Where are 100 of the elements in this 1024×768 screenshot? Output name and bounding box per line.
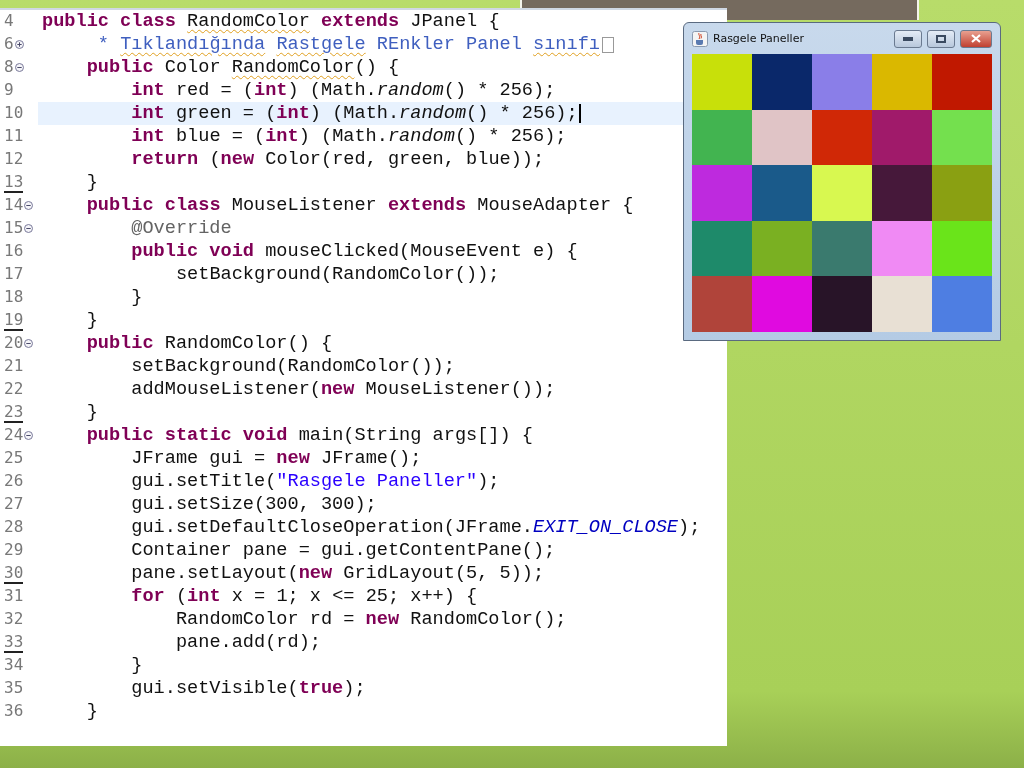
line-number: 25 [4,448,24,469]
expand-icon[interactable] [14,40,24,49]
color-panel[interactable] [812,276,872,332]
color-panel[interactable] [872,54,932,110]
code-text: ); [343,677,366,700]
code-text: Container pane = gui.getContentPane(); [131,539,556,562]
keyword: true [298,677,344,700]
color-panel[interactable] [872,276,932,332]
color-panel[interactable] [752,276,812,332]
line-number: 9 [4,80,14,101]
color-panel[interactable] [752,109,812,166]
code-text: blue = ( [175,125,266,148]
code-text: gui.setDefaultCloseOperation(JFrame. [131,516,533,539]
code-text: ); [678,516,701,539]
color-panel[interactable] [872,165,932,221]
close-icon [971,34,981,43]
code-text: } [86,171,98,194]
code-text: } [131,286,143,309]
color-panel[interactable] [812,54,872,110]
line-number: 18 [4,287,24,308]
code-text: JFrame(); [321,447,422,470]
color-panel[interactable] [932,54,992,110]
keyword: new [320,378,355,401]
code-text: JPanel { [410,10,500,33]
maximize-button[interactable] [927,29,955,48]
color-panel[interactable] [692,165,752,221]
code-text: ( [175,585,188,608]
folded-code-icon[interactable] [602,36,614,53]
code-text: gui.setTitle( [131,470,277,493]
comment-text: REnkler Panel [376,33,522,56]
code-text: ) (Math. [298,125,388,148]
line-number: 36 [4,701,24,722]
color-panel[interactable] [692,276,752,332]
code-text: () * 256); [466,102,578,125]
code-text: MouseListener [231,194,377,217]
line-number: 32 [4,609,24,630]
collapse-icon[interactable] [24,431,34,440]
comment-text: Rastgele [276,33,366,56]
color-panel[interactable] [752,220,812,277]
text-cursor [578,104,581,123]
color-panel[interactable] [932,165,992,221]
keyword: for [131,585,165,608]
keyword: int [131,125,165,148]
color-panel[interactable] [752,54,812,110]
code-text: } [86,309,98,332]
keyword: new [365,608,400,631]
color-panel[interactable] [932,220,992,277]
code-text: setBackground(RandomColor()); [175,263,500,286]
code-text: Color [164,56,221,79]
color-panel[interactable] [872,109,932,166]
keyword: int [131,102,165,125]
line-number: 34 [4,655,24,676]
collapse-icon[interactable] [14,63,24,72]
minimize-button[interactable] [894,29,922,48]
collapse-icon[interactable] [24,339,34,348]
keyword: public class [86,194,221,217]
color-panel[interactable] [812,109,872,166]
code-text: } [131,654,143,677]
line-number: 4 [4,11,14,32]
code-text: mouseClicked(MouseEvent e) { [265,240,578,263]
keyword: extends [321,10,400,33]
code-text: ) (Math. [309,102,400,125]
code-text: addMouseListener( [131,378,321,401]
method-name: random [399,102,467,125]
code-text: MouseAdapter { [477,194,634,217]
line-number: 28 [4,517,24,538]
color-panel[interactable] [692,109,752,166]
color-panel[interactable] [932,276,992,332]
code-text: ); [477,470,500,493]
line-number: 8 [4,57,14,78]
collapse-icon[interactable] [24,224,34,233]
color-panel[interactable] [812,220,872,277]
line-number: 21 [4,356,24,377]
close-button[interactable] [960,29,992,48]
color-panel[interactable] [752,165,812,221]
keyword: int [187,585,221,608]
code-text: } [86,401,98,424]
method-name: random [387,125,455,148]
color-panel[interactable] [872,220,932,277]
window-title: Rasgele Paneller [713,32,805,45]
line-number: 27 [4,494,24,515]
code-text: MouseListener()); [365,378,556,401]
line-number: 6 [4,34,14,55]
line-number: 29 [4,540,24,561]
color-panel[interactable] [932,109,992,166]
keyword: return [131,148,199,171]
color-panel[interactable] [692,54,752,110]
color-panel[interactable] [812,165,872,221]
minimize-icon [903,36,913,41]
code-text: () { [354,56,400,79]
code-text: gui.setSize(300, 300); [131,493,377,516]
code-text: pane.setLayout( [131,562,299,585]
keyword: extends [387,194,467,217]
code-text: () * 256); [454,125,567,148]
code-text: ) (Math. [287,79,377,102]
keyword: public static void [86,424,288,447]
code-text: () * 256); [443,79,556,102]
collapse-icon[interactable] [24,201,34,210]
code-text: RandomColor(); [410,608,567,631]
color-panel[interactable] [692,220,752,277]
